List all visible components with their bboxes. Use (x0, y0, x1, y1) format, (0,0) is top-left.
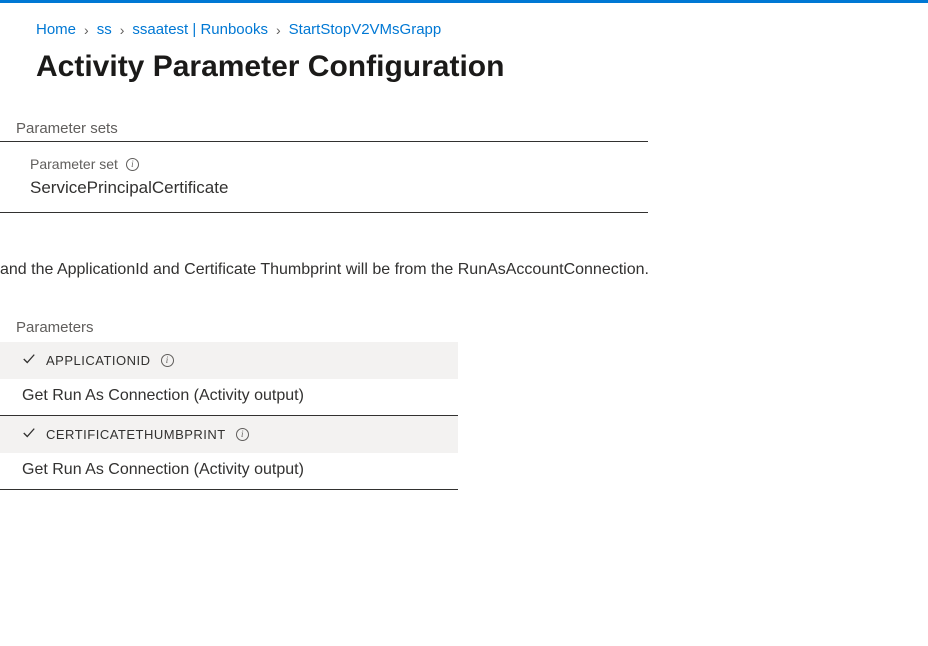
breadcrumb-link-ss[interactable]: ss (97, 21, 112, 38)
parameter-name-label: APPLICATIONID (46, 353, 151, 368)
checkmark-icon (22, 352, 36, 369)
info-icon[interactable]: i (161, 354, 174, 367)
parameter-value-applicationid[interactable]: Get Run As Connection (Activity output) (0, 379, 458, 415)
breadcrumb: Home › ss › ssaatest | Runbooks › StartS… (0, 3, 928, 42)
parameter-set-label: Parameter set (30, 156, 118, 172)
chevron-right-icon: › (276, 22, 281, 38)
chevron-right-icon: › (120, 22, 125, 38)
parameter-sets-section-label: Parameter sets (0, 112, 648, 142)
parameter-name-label: CERTIFICATETHUMBPRINT (46, 427, 226, 442)
breadcrumb-link-ssaatest-runbooks[interactable]: ssaatest | Runbooks (132, 21, 268, 38)
checkmark-icon (22, 426, 36, 443)
info-icon[interactable]: i (236, 428, 249, 441)
parameter-header-applicationid[interactable]: APPLICATIONID i (0, 342, 458, 379)
breadcrumb-current[interactable]: StartStopV2VMsGrapp (289, 21, 442, 38)
chevron-right-icon: › (84, 22, 89, 38)
breadcrumb-link-home[interactable]: Home (36, 21, 76, 38)
parameter-set-value[interactable]: ServicePrincipalCertificate (30, 178, 648, 204)
parameter-header-certificatethumbprint[interactable]: CERTIFICATETHUMBPRINT i (0, 416, 458, 453)
description-text: and the ApplicationId and Certificate Th… (0, 213, 928, 313)
info-icon[interactable]: i (126, 158, 139, 171)
parameter-item-applicationid: APPLICATIONID i Get Run As Connection (A… (0, 342, 458, 416)
parameter-item-certificatethumbprint: CERTIFICATETHUMBPRINT i Get Run As Conne… (0, 416, 458, 490)
parameter-value-certificatethumbprint[interactable]: Get Run As Connection (Activity output) (0, 453, 458, 489)
parameter-set-field: Parameter set i ServicePrincipalCertific… (0, 142, 648, 213)
page-title: Activity Parameter Configuration (0, 42, 928, 112)
parameters-section-label: Parameters (0, 313, 458, 342)
